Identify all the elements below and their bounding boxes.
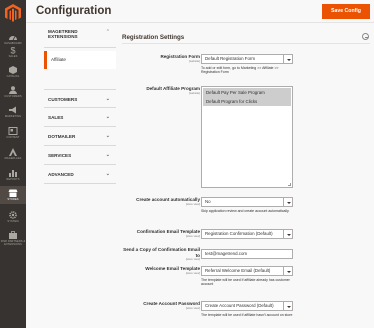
tab-customers[interactable]: CUSTOMERS ⌄ xyxy=(44,89,116,108)
svg-text:$: $ xyxy=(10,46,15,54)
menu-item-stores[interactable]: STORES xyxy=(0,186,26,204)
menu-item-partners[interactable]: FIND PARTNERS & EXTENSIONS xyxy=(0,231,26,246)
bar-chart-icon xyxy=(9,170,17,177)
confirm-template-label: Confirmation Email Template [store view] xyxy=(136,229,200,238)
program-option[interactable]: Default Program for Clicks xyxy=(203,97,291,106)
config-tabs: MAGETREND EXTENSIONS ⌃ Affiliate CUSTOME… xyxy=(44,26,116,328)
create-auto-select[interactable]: No xyxy=(201,197,293,207)
menu-item-customers[interactable]: CUSTOMERS xyxy=(0,86,26,98)
chevron-down-icon: ⌄ xyxy=(105,171,110,177)
megaphone-icon xyxy=(9,106,16,114)
tab-dotmailer[interactable]: DOTMAILER ⌄ xyxy=(44,127,116,146)
store-icon xyxy=(8,189,18,197)
select-arrow-icon xyxy=(283,302,292,310)
customers-icon xyxy=(9,86,17,94)
page-title: Configuration xyxy=(36,5,112,17)
chevron-down-icon: ⌄ xyxy=(105,114,110,120)
welcome-template-label: Welcome Email Template [store view] xyxy=(145,266,200,275)
chevron-down-icon: ⌄ xyxy=(105,96,110,102)
chevron-down-icon: ⌄ xyxy=(105,133,110,139)
chevron-down-icon: ⌄ xyxy=(105,152,110,158)
create-auto-label: Create account automatically [store view… xyxy=(136,197,200,206)
gear-icon xyxy=(9,211,17,219)
select-arrow-icon xyxy=(283,55,292,63)
section-title[interactable]: Registration Settings xyxy=(122,34,184,41)
tab-magetrend-extensions[interactable]: MAGETREND EXTENSIONS ⌃ xyxy=(44,26,116,48)
content-icon xyxy=(8,127,18,135)
admin-app: DASHBOARD $ SALES CATALOG CUSTOMERS MARK… xyxy=(0,0,374,328)
menu-item-mageplaza[interactable]: MAGEPLAZA xyxy=(0,148,26,160)
default-program-label: Default Affiliate Program [website] xyxy=(146,86,200,95)
tab-services[interactable]: SERVICES ⌄ xyxy=(44,146,116,165)
menu-item-content[interactable]: CONTENT xyxy=(0,127,26,139)
mageplaza-icon xyxy=(9,148,17,156)
partners-icon xyxy=(9,231,17,239)
program-option[interactable]: Default Pay Per Sale Program xyxy=(203,88,291,97)
create-password-note: The template will be used if affiliate h… xyxy=(201,313,293,317)
cube-icon xyxy=(9,66,17,74)
menu-item-reports[interactable]: REPORTS xyxy=(0,169,26,181)
dashboard-icon xyxy=(9,36,17,41)
chevron-up-icon: ⌃ xyxy=(105,29,110,35)
copy-to-input[interactable]: test@magetrend.com xyxy=(201,249,293,259)
tab-sales[interactable]: SALES ⌄ xyxy=(44,108,116,127)
select-arrow-icon xyxy=(283,230,292,238)
registration-form-select[interactable]: Default Registration Form xyxy=(201,54,293,64)
create-password-select[interactable]: Create Account Password (Default) xyxy=(201,301,293,311)
create-auto-note: Skip application review and create accou… xyxy=(201,209,290,213)
magento-logo-icon[interactable] xyxy=(5,4,21,22)
menu-item-system[interactable]: SYSTEM xyxy=(0,211,26,223)
admin-menu: DASHBOARD $ SALES CATALOG CUSTOMERS MARK… xyxy=(0,0,26,328)
dollar-icon: $ xyxy=(10,46,15,54)
collapse-section-icon[interactable] xyxy=(362,33,369,40)
menu-item-catalog[interactable]: CATALOG xyxy=(0,66,26,78)
header-divider xyxy=(26,22,374,23)
select-arrow-icon xyxy=(283,267,292,275)
welcome-template-note: The template will be used if affiliate a… xyxy=(201,278,290,287)
tab-affiliate[interactable]: Affiliate xyxy=(44,51,116,69)
create-password-label: Create Account Password [store view] xyxy=(143,301,200,310)
select-arrow-icon xyxy=(283,198,292,206)
menu-item-marketing[interactable]: MARKETING xyxy=(0,106,26,118)
save-config-button[interactable]: Save Config xyxy=(322,4,370,19)
default-program-multiselect[interactable]: Default Pay Per Sale Program Default Pro… xyxy=(201,86,293,188)
copy-to-label: Send a Copy of Confirmation Email to [st… xyxy=(123,247,200,261)
menu-item-sales[interactable]: $ SALES xyxy=(0,46,26,58)
menu-item-dashboard[interactable]: DASHBOARD xyxy=(0,33,26,45)
registration-form-note: To add or edit form, go to Marketing >> … xyxy=(201,66,279,75)
registration-form-label: Registration Form [website] xyxy=(160,54,200,63)
resize-handle-icon[interactable] xyxy=(288,183,291,186)
section-divider xyxy=(122,43,370,44)
welcome-template-select[interactable]: Referral Welcome Email (Default) xyxy=(201,266,293,276)
tab-advanced[interactable]: ADVANCED ⌄ xyxy=(44,165,116,184)
confirm-template-select[interactable]: Registration Confirmation (Default) xyxy=(201,229,293,239)
